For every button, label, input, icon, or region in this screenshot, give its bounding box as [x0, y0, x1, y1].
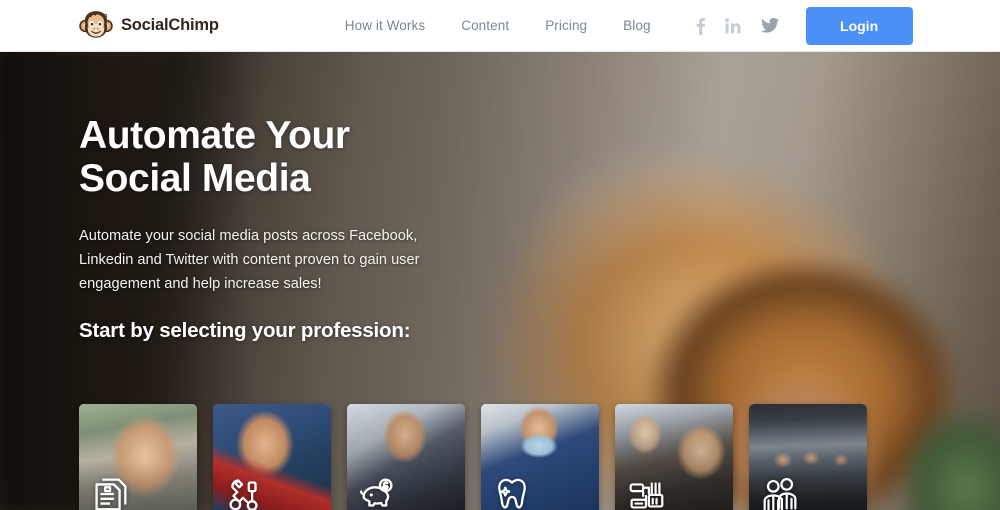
chimp-logo-icon	[79, 10, 113, 38]
profession-card-beauty-salon[interactable]: Beauty/Salon	[615, 404, 733, 510]
card-thumbnail	[615, 404, 733, 510]
tooth-icon	[498, 478, 526, 509]
nav-item-content[interactable]: Content	[461, 18, 509, 33]
card-thumbnail	[213, 404, 331, 510]
profession-card-home-service[interactable]: Home Service	[213, 404, 331, 510]
nav-item-pricing[interactable]: Pricing	[545, 18, 587, 33]
primary-nav: How it Works Content Pricing Blog	[345, 18, 651, 33]
linkedin-icon[interactable]	[724, 17, 741, 34]
landing-page: SocialChimp How it Works Content Pricing…	[0, 0, 1000, 510]
nav-item-how-it-works[interactable]: How it Works	[345, 18, 425, 33]
documents-icon	[95, 478, 127, 510]
card-thumbnail	[749, 404, 867, 510]
card-thumbnail	[79, 404, 197, 510]
card-thumbnail	[481, 404, 599, 510]
profession-card-real-estate[interactable]: Real Estate	[79, 404, 197, 510]
profession-card-other[interactable]: Other	[749, 404, 867, 510]
profession-card-finance-retirement[interactable]: Finance/Retirement	[347, 404, 465, 510]
login-button[interactable]: Login	[805, 6, 913, 45]
social-links	[696, 17, 779, 35]
hero-title-line-2: Social Media	[79, 157, 311, 200]
hero-section: Automate Your Social Media Automate your…	[0, 52, 1000, 510]
card-thumbnail	[347, 404, 465, 510]
profession-card-list: Real Estate	[79, 404, 867, 510]
profession-prompt: Start by selecting your profession:	[79, 319, 411, 342]
hero-title-line-1: Automate Your	[79, 114, 350, 157]
brand-name: SocialChimp	[121, 16, 219, 34]
hero-subtitle: Automate your social media posts across …	[79, 228, 420, 292]
salon-tools-icon	[629, 482, 664, 509]
people-group-icon	[763, 478, 797, 510]
twitter-icon[interactable]	[760, 18, 779, 33]
page-title: Automate Your Social Media	[79, 114, 479, 200]
nav-item-blog[interactable]: Blog	[623, 18, 650, 33]
wrench-screwdriver-icon	[229, 479, 258, 510]
site-header: SocialChimp How it Works Content Pricing…	[0, 0, 1000, 52]
facebook-icon[interactable]	[696, 17, 705, 35]
profession-card-dentists[interactable]: Dentists	[481, 404, 599, 510]
brand-logo[interactable]: SocialChimp	[79, 10, 219, 42]
piggy-bank-icon	[359, 478, 393, 507]
